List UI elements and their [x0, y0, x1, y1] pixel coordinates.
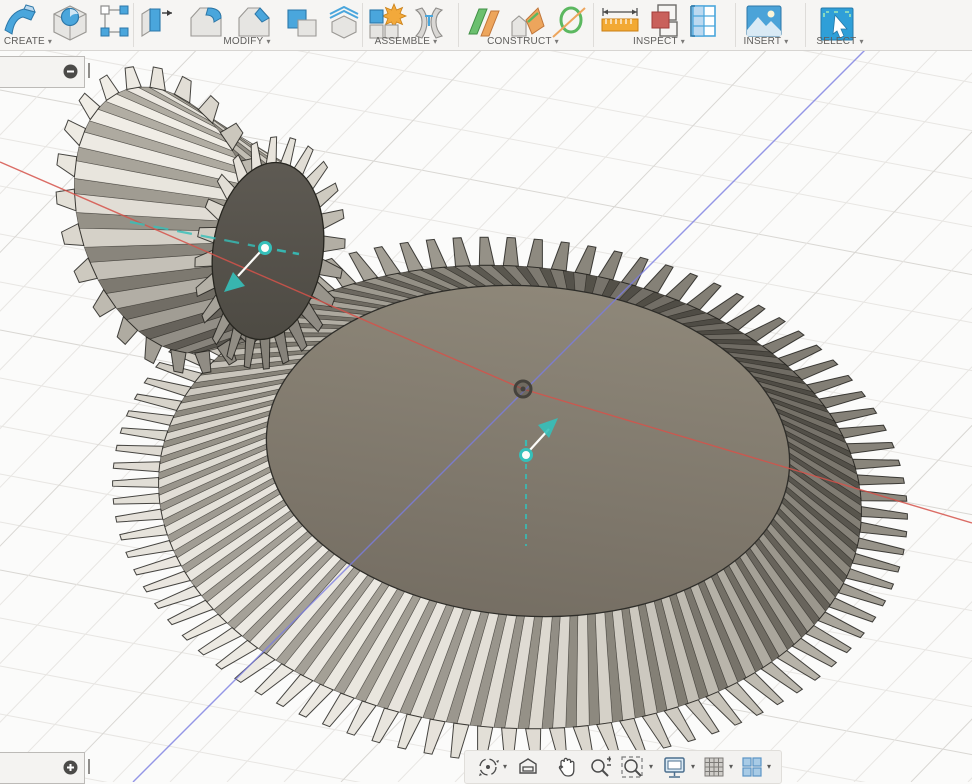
panel-resize-handle[interactable] — [88, 63, 90, 78]
axis-icon[interactable] — [550, 4, 588, 40]
sketch-pattern-icon[interactable] — [98, 4, 130, 40]
toolbar-separator — [805, 3, 806, 47]
chevron-down-icon[interactable]: ▾ — [729, 762, 733, 771]
expand-circle-icon[interactable] — [63, 760, 78, 775]
timeline-panel-collapsed — [0, 752, 85, 784]
panel-resize-handle[interactable] — [88, 759, 90, 774]
plane-at-angle-icon[interactable] — [508, 4, 546, 40]
chevron-down-icon: ▾ — [47, 37, 53, 46]
fit-icon[interactable] — [621, 756, 643, 778]
chevron-down-icon: ▾ — [784, 37, 789, 46]
toolbar-separator — [458, 3, 459, 47]
collapse-circle-icon[interactable] — [63, 64, 78, 79]
hole-icon[interactable] — [48, 2, 92, 42]
assemble-menu[interactable]: ASSEMBLE ▾ — [375, 36, 438, 49]
chevron-down-icon: ▾ — [266, 37, 271, 46]
chevron-down-icon: ▾ — [680, 37, 685, 46]
offset-face-icon[interactable] — [328, 6, 360, 40]
chevron-down-icon: ▾ — [554, 37, 559, 46]
display-settings-icon[interactable] — [663, 756, 685, 778]
fusion-window: { "toolbar": { "caret": "▾", "groups": [… — [0, 0, 972, 784]
viewport-canvas[interactable] — [0, 0, 972, 782]
browser-panel-collapsed — [0, 56, 85, 88]
section-analysis-icon[interactable] — [646, 3, 684, 39]
main-toolbar: CREATE ▾ MODIFY ▾ ASSEMBLE ▾ CONSTRUCT ▾… — [0, 0, 972, 51]
sweep-icon[interactable] — [2, 4, 42, 40]
chevron-down-icon[interactable]: ▾ — [649, 762, 653, 771]
toolbar-separator — [362, 3, 363, 47]
look-at-icon[interactable] — [517, 756, 539, 778]
orbit-icon[interactable] — [477, 756, 499, 778]
interference-icon[interactable] — [688, 3, 720, 39]
insert-menu[interactable]: INSERT ▾ — [744, 36, 789, 49]
origin-marker[interactable] — [513, 379, 533, 399]
viewports-icon[interactable] — [741, 756, 763, 778]
navigation-bar: ▾ ▾ ▾ ▾ ▾ — [464, 750, 782, 784]
new-component-icon[interactable] — [366, 2, 408, 40]
combine-icon[interactable] — [282, 4, 324, 40]
chevron-down-icon: ▾ — [859, 37, 864, 46]
chevron-down-icon[interactable]: ▾ — [691, 762, 695, 771]
chamfer-icon[interactable] — [234, 4, 276, 40]
chevron-down-icon[interactable]: ▾ — [767, 762, 771, 771]
chevron-down-icon: ▾ — [433, 37, 438, 46]
modify-menu[interactable]: MODIFY ▾ — [223, 36, 270, 49]
fillet-icon[interactable] — [186, 4, 228, 40]
toolbar-separator — [735, 3, 736, 47]
measure-icon[interactable] — [600, 6, 640, 34]
chevron-down-icon[interactable]: ▾ — [503, 762, 507, 771]
inspect-menu[interactable]: INSPECT ▾ — [633, 36, 685, 49]
grid-snaps-icon[interactable] — [703, 756, 725, 778]
joint-icon[interactable] — [410, 4, 448, 40]
toolbar-separator — [593, 3, 594, 47]
offset-plane-icon[interactable] — [466, 4, 504, 40]
toolbar-separator — [133, 3, 134, 47]
pan-icon[interactable] — [555, 756, 577, 778]
select-menu[interactable]: SELECT ▾ — [816, 36, 863, 49]
insert-image-icon[interactable] — [744, 4, 784, 38]
zoom-icon[interactable] — [589, 756, 611, 778]
construct-menu[interactable]: CONSTRUCT ▾ — [487, 36, 559, 49]
press-pull-icon[interactable] — [138, 4, 178, 40]
create-menu[interactable]: CREATE ▾ — [4, 36, 52, 49]
